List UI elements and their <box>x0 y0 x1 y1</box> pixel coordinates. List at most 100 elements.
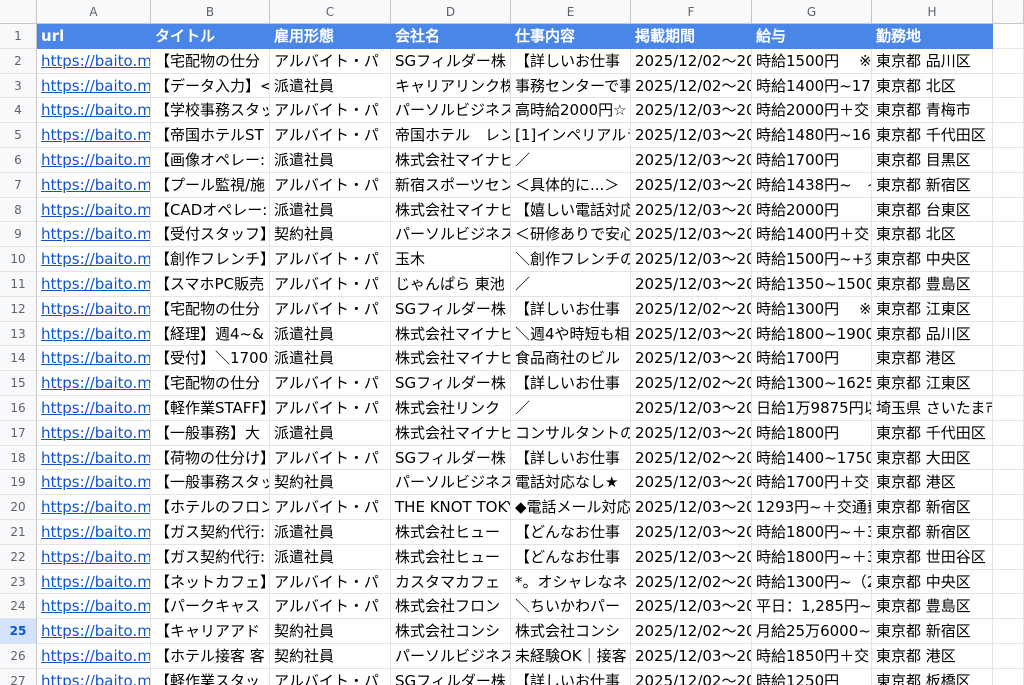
empty-cell[interactable] <box>993 98 1024 124</box>
table-cell[interactable]: アルバイト・パ <box>270 445 391 471</box>
empty-cell[interactable] <box>993 346 1024 372</box>
table-cell[interactable]: 時給2000円＋交 <box>752 98 872 124</box>
header-cell-job[interactable]: 仕事内容 <box>511 24 631 49</box>
url-link-cell[interactable]: https://baito.my <box>37 73 151 99</box>
table-cell[interactable]: 平日：1,285円~ <box>752 594 872 620</box>
table-cell[interactable]: 時給1800円~＋3 <box>752 519 872 545</box>
url-link-cell[interactable]: https://baito.my <box>37 147 151 173</box>
table-cell[interactable]: 東京都 豊島区 <box>872 594 993 620</box>
table-cell[interactable]: 2025/12/02〜202 <box>631 668 752 685</box>
table-cell[interactable]: 時給2000円 <box>752 197 872 223</box>
table-cell[interactable]: 時給1700円 <box>752 147 872 173</box>
table-cell[interactable]: 時給1700円＋交 <box>752 470 872 496</box>
empty-cell[interactable] <box>993 643 1024 669</box>
table-cell[interactable]: 【一般事務】大 <box>151 420 270 446</box>
table-cell[interactable]: 東京都 港区 <box>872 643 993 669</box>
header-cell-period[interactable]: 掲載期間 <box>631 24 752 49</box>
table-cell[interactable]: 契約社員 <box>270 222 391 248</box>
table-cell[interactable]: 2025/12/03〜202 <box>631 172 752 198</box>
row-number[interactable]: 15 <box>0 371 37 396</box>
table-cell[interactable]: 株式会社フロン <box>391 594 511 620</box>
table-cell[interactable]: 【スマホPC販売 <box>151 271 270 297</box>
table-cell[interactable]: 時給1250円 <box>752 668 872 685</box>
table-cell[interactable]: ＼週4や時短も相 <box>511 321 631 347</box>
table-cell[interactable]: 【一般事務スタッ <box>151 470 270 496</box>
table-cell[interactable]: 派遣社員 <box>270 346 391 372</box>
empty-cell[interactable] <box>993 445 1024 471</box>
url-link-cell[interactable]: https://baito.my <box>37 98 151 124</box>
table-cell[interactable]: 【嬉しい電話対応 <box>511 197 631 223</box>
table-cell[interactable]: 【パークキャス <box>151 594 270 620</box>
url-link-cell[interactable]: https://baito.my <box>37 296 151 322</box>
table-cell[interactable]: 東京都 中央区 <box>872 247 993 272</box>
table-cell[interactable]: パーソルビジネス <box>391 222 511 248</box>
table-cell[interactable]: 【軽作業STAFF】 <box>151 395 270 421</box>
table-cell[interactable]: 株式会社コンシ <box>391 619 511 644</box>
empty-cell[interactable] <box>993 321 1024 347</box>
empty-cell[interactable] <box>993 668 1024 685</box>
table-cell[interactable]: 【宅配物の仕分 <box>151 371 270 396</box>
empty-cell[interactable] <box>993 197 1024 223</box>
table-cell[interactable]: アルバイト・パ <box>270 271 391 297</box>
table-cell[interactable]: 【ガス契約代行: <box>151 519 270 545</box>
table-cell[interactable]: 月給25万6000~3 <box>752 619 872 644</box>
empty-cell[interactable] <box>993 296 1024 322</box>
table-cell[interactable]: 2025/12/03〜202 <box>631 321 752 347</box>
table-cell[interactable]: キャリアリンク株 <box>391 73 511 99</box>
table-cell[interactable]: 時給1800円~＋3 <box>752 544 872 570</box>
table-cell[interactable]: SGフィルダー株 <box>391 668 511 685</box>
column-header-h[interactable]: H <box>872 0 993 24</box>
table-cell[interactable]: SGフィルダー株 <box>391 48 511 74</box>
table-cell[interactable]: 【詳しいお仕事 <box>511 48 631 74</box>
table-cell[interactable]: 東京都 台東区 <box>872 197 993 223</box>
table-cell[interactable]: 2025/12/03〜202 <box>631 544 752 570</box>
table-cell[interactable]: 【経理】週4~& <box>151 321 270 347</box>
header-cell-company[interactable]: 会社名 <box>391 24 511 49</box>
table-cell[interactable]: 【受付】＼1700 <box>151 346 270 372</box>
table-cell[interactable]: じゃんぱら 東池 <box>391 271 511 297</box>
table-cell[interactable]: 2025/12/03〜202 <box>631 271 752 297</box>
table-cell[interactable]: 2025/12/02〜202 <box>631 371 752 396</box>
row-number[interactable]: 5 <box>0 123 37 148</box>
table-cell[interactable]: 契約社員 <box>270 470 391 496</box>
table-cell[interactable]: 2025/12/03〜202 <box>631 346 752 372</box>
table-cell[interactable]: 【帝国ホテルST <box>151 123 270 148</box>
empty-cell[interactable] <box>993 247 1024 272</box>
row-number[interactable]: 7 <box>0 172 37 198</box>
table-cell[interactable]: 株式会社マイナビ <box>391 321 511 347</box>
table-cell[interactable]: ＜研修ありで安心 <box>511 222 631 248</box>
row-number[interactable]: 27 <box>0 668 37 685</box>
table-cell[interactable]: 派遣社員 <box>270 420 391 446</box>
table-cell[interactable]: 派遣社員 <box>270 147 391 173</box>
table-cell[interactable]: ／ <box>511 395 631 421</box>
empty-cell[interactable] <box>993 147 1024 173</box>
column-header-i[interactable] <box>993 0 1024 24</box>
table-cell[interactable]: 2025/12/03〜202 <box>631 470 752 496</box>
url-link-cell[interactable]: https://baito.my <box>37 346 151 372</box>
row-number[interactable]: 11 <box>0 271 37 297</box>
column-header-e[interactable]: E <box>511 0 631 24</box>
row-number[interactable]: 13 <box>0 321 37 347</box>
empty-cell[interactable] <box>993 519 1024 545</box>
table-cell[interactable]: 時給1480円~160 <box>752 123 872 148</box>
select-all-corner[interactable] <box>0 0 37 24</box>
table-cell[interactable]: 日給1万9875円以 <box>752 395 872 421</box>
table-cell[interactable]: 派遣社員 <box>270 321 391 347</box>
row-number[interactable]: 2 <box>0 48 37 74</box>
table-cell[interactable]: 【詳しいお仕事 <box>511 371 631 396</box>
table-cell[interactable]: 未経験OK｜接客 <box>511 643 631 669</box>
header-cell-location[interactable]: 勤務地 <box>872 24 993 49</box>
column-header-f[interactable]: F <box>631 0 752 24</box>
table-cell[interactable]: 【キャリアアド <box>151 619 270 644</box>
table-cell[interactable]: 株式会社ヒュー <box>391 519 511 545</box>
empty-cell[interactable] <box>993 619 1024 644</box>
table-cell[interactable]: 【ガス契約代行: <box>151 544 270 570</box>
url-link-cell[interactable]: https://baito.my <box>37 594 151 620</box>
table-cell[interactable]: 株式会社マイナビ <box>391 346 511 372</box>
table-cell[interactable]: アルバイト・パ <box>270 48 391 74</box>
row-number[interactable]: 6 <box>0 147 37 173</box>
empty-cell[interactable] <box>993 470 1024 496</box>
table-cell[interactable]: 東京都 中央区 <box>872 569 993 595</box>
empty-cell[interactable] <box>993 395 1024 421</box>
table-cell[interactable]: 【創作フレンチ】 <box>151 247 270 272</box>
